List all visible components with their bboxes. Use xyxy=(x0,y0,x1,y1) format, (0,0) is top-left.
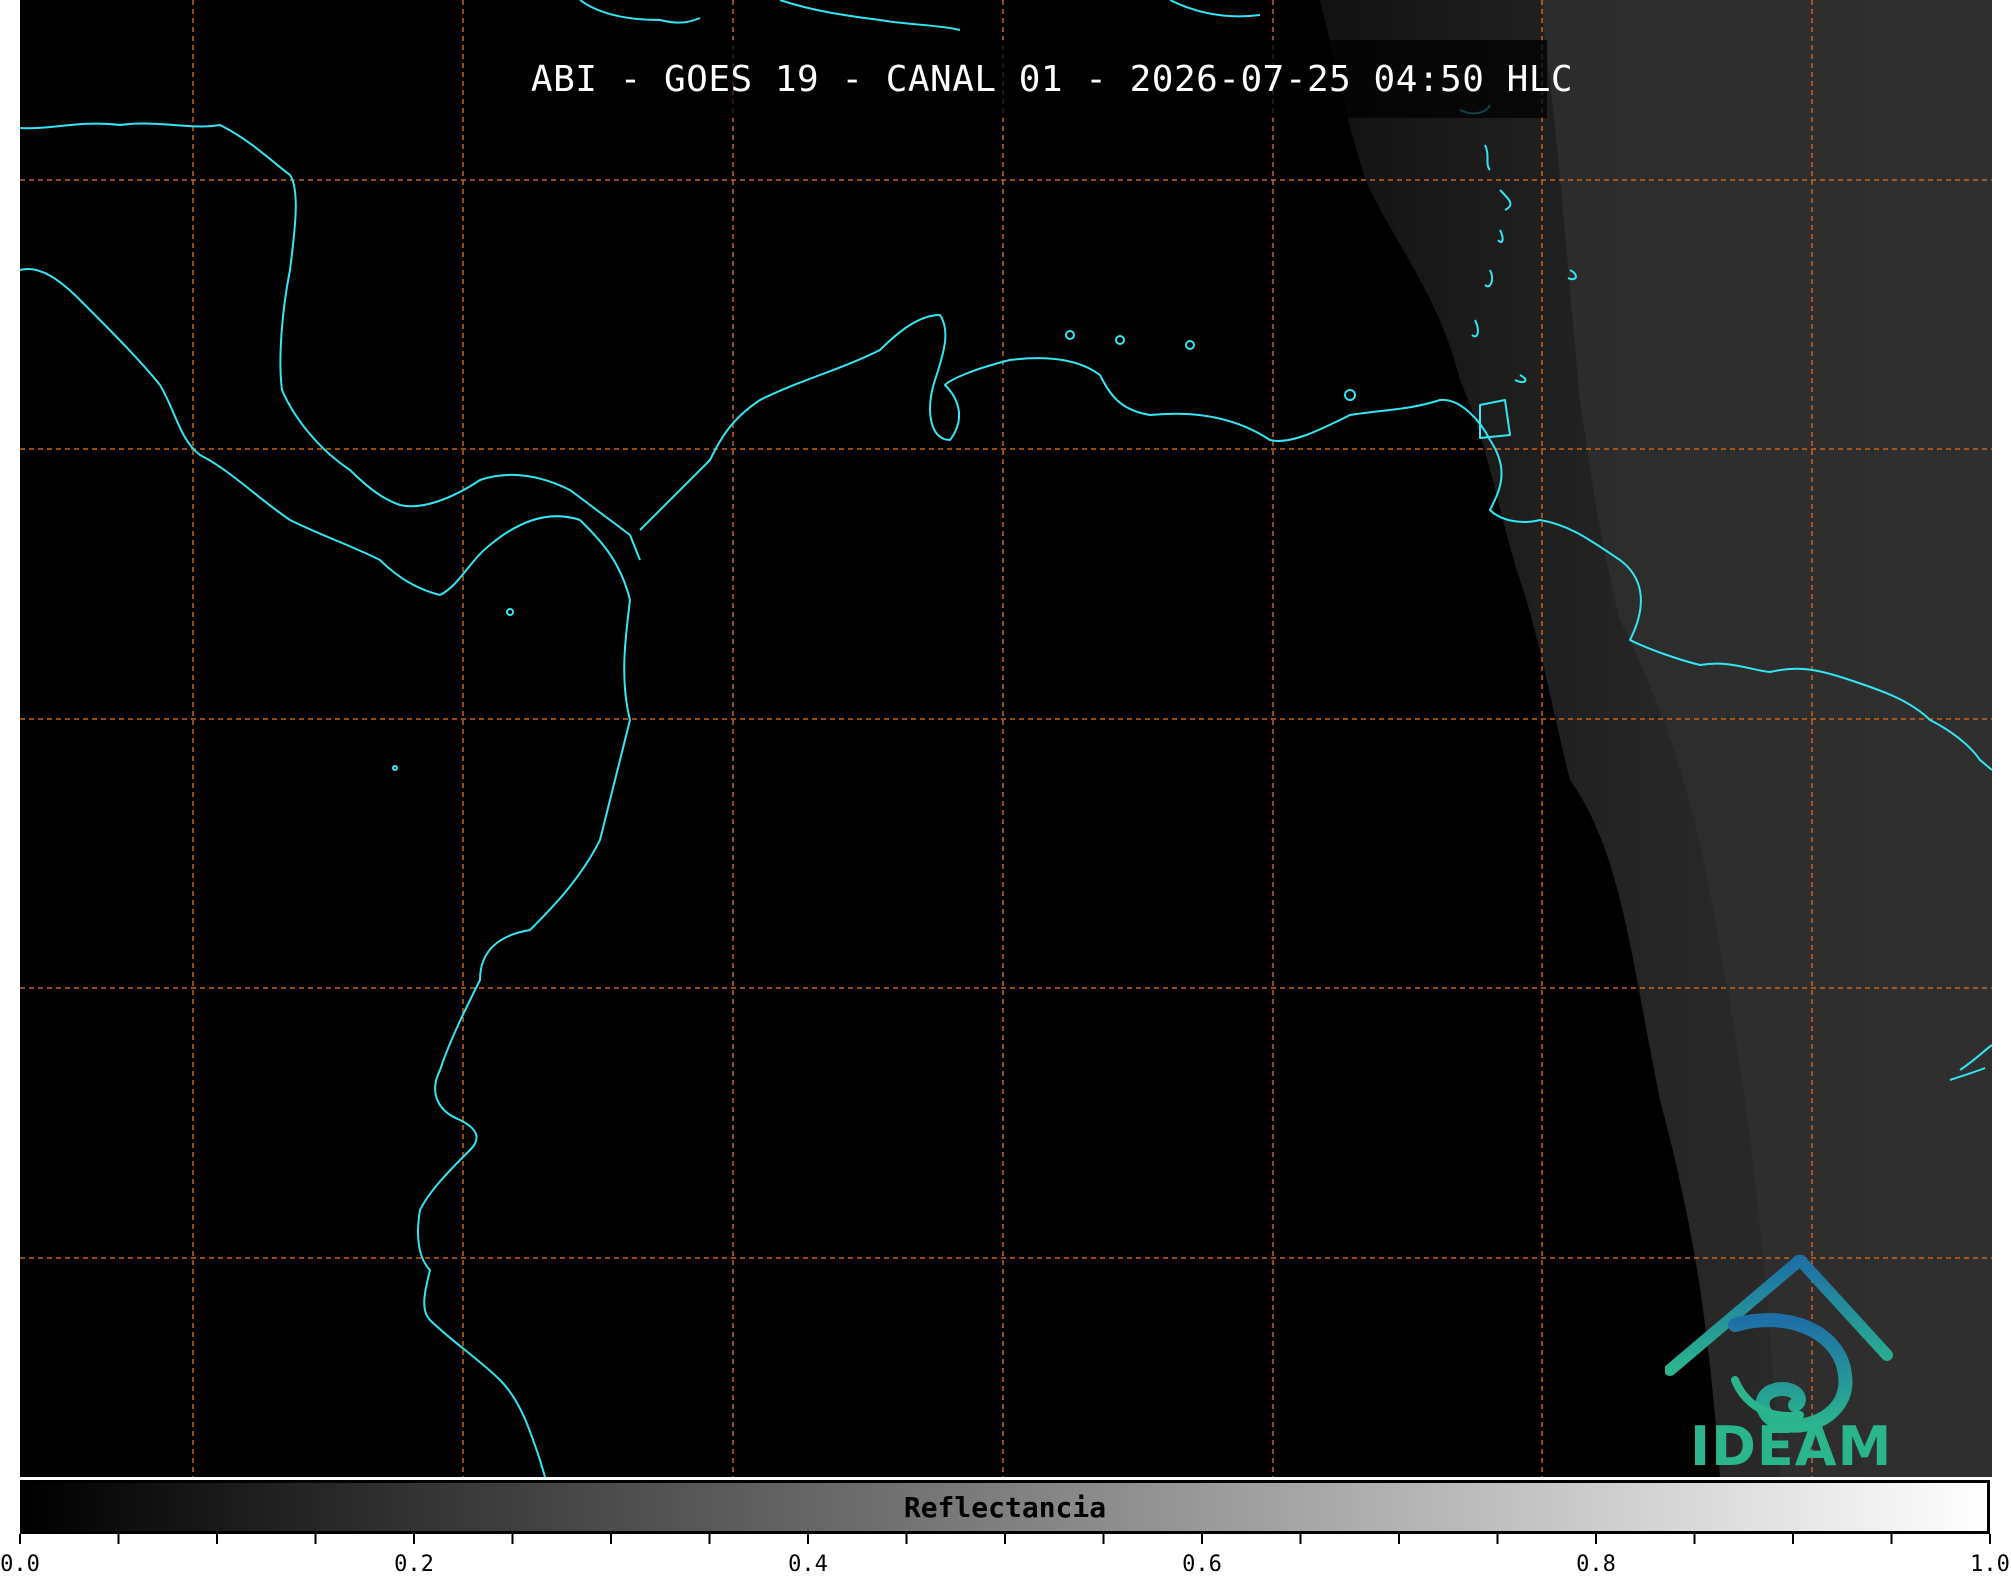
map-title: ABI - GOES 19 - CANAL 01 - 2026-07-25 04… xyxy=(530,58,1574,100)
coastline-central-america xyxy=(20,122,641,561)
island-malpelo xyxy=(392,765,398,771)
island-margarita xyxy=(1344,389,1356,401)
ideam-logo-text: IDEAM xyxy=(1690,1415,1893,1478)
colorbar-tick-label: 0.0 xyxy=(0,1552,40,1577)
island-bonaire xyxy=(1185,340,1195,350)
coastline-pacific-colombia xyxy=(417,519,631,1477)
coastline-pacific-central-america xyxy=(20,268,581,596)
title-box: ABI - GOES 19 - CANAL 01 - 2026-07-25 04… xyxy=(531,40,1573,118)
colorbar-tick-label: 1.0 xyxy=(1970,1552,2010,1577)
coastline-greater-antilles xyxy=(579,0,1261,31)
island-san-andres xyxy=(506,608,514,616)
colorbar-ticks xyxy=(19,1534,1991,1544)
colorbar-tick-label: 0.4 xyxy=(788,1552,828,1577)
colorbar-tick-label: 0.8 xyxy=(1576,1552,1616,1577)
island-curacao xyxy=(1115,335,1125,345)
colorbar-tick-label: 0.2 xyxy=(394,1552,434,1577)
colorbar: Reflectancia xyxy=(20,1480,1990,1534)
colorbar-tick-label: 0.6 xyxy=(1182,1552,1222,1577)
coastline-colombia-caribbean xyxy=(639,314,1491,531)
island-aruba xyxy=(1065,330,1075,340)
colorbar-label: Reflectancia xyxy=(903,1490,1107,1524)
